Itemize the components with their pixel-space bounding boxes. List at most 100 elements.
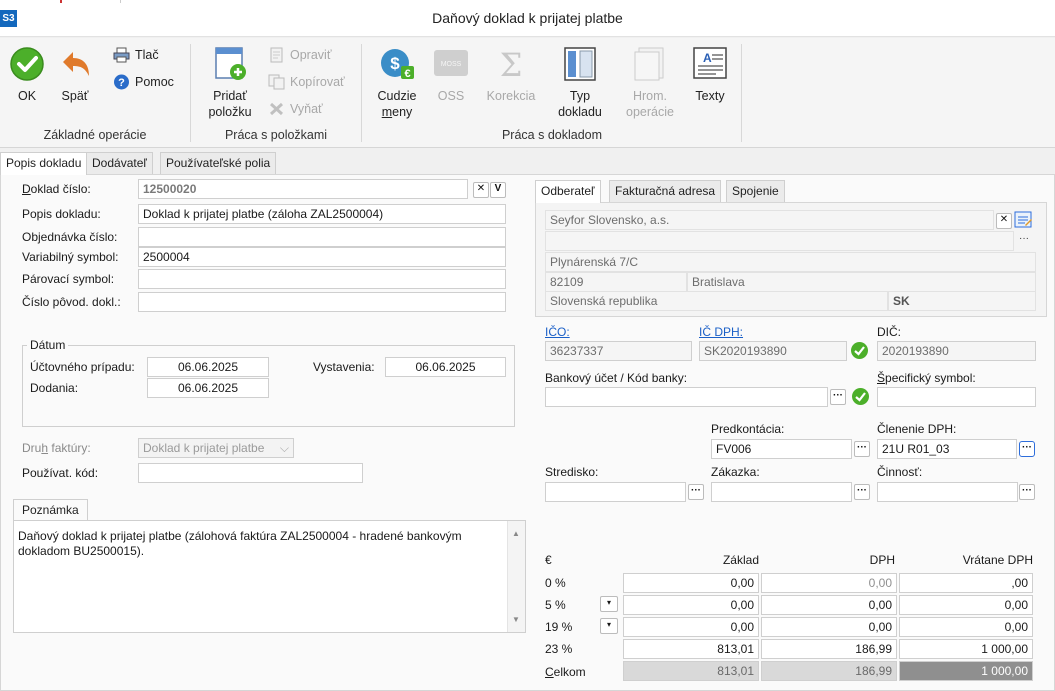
copy-button[interactable]: Kopírovať: [268, 72, 345, 92]
stredisko-lookup-button[interactable]: ···: [688, 484, 704, 500]
tab-spojenie[interactable]: Spojenie: [726, 180, 785, 202]
zip-field[interactable]: 82109: [545, 272, 687, 292]
total-vat-cell: 186,99: [761, 661, 897, 681]
rate-dropdown-button[interactable]: ▾: [600, 618, 618, 634]
correction-button[interactable]: Σ Korekcia: [482, 46, 540, 104]
icdph-link[interactable]: IČ DPH:: [699, 325, 743, 339]
order-field[interactable]: [138, 227, 506, 247]
predkontacia-field[interactable]: FV006: [711, 439, 852, 459]
description-field[interactable]: Doklad k prijatej platbe (záloha ZAL2500…: [138, 204, 506, 224]
sigma-icon: Σ: [500, 46, 523, 82]
print-button[interactable]: Tlač: [113, 45, 159, 65]
vat-cell[interactable]: 0,00: [761, 595, 897, 615]
correction-label: Korekcia: [486, 89, 536, 103]
country-code-field[interactable]: SK: [888, 291, 1036, 311]
cinnost-lookup-button[interactable]: ···: [1019, 484, 1035, 500]
cut-button[interactable]: Vyňať: [268, 99, 323, 119]
note-text: Daňový doklad k prijatej platbe (zálohov…: [18, 529, 462, 558]
cut-label: Vyňať: [290, 102, 323, 116]
dic-field[interactable]: 2020193890: [877, 341, 1036, 361]
vat-rate-label: 19 %: [545, 620, 573, 634]
back-button[interactable]: Späť: [55, 46, 95, 104]
foreign-currency-button[interactable]: $ € Cudzie meny: [370, 46, 424, 120]
customer-name2-field[interactable]: [545, 231, 1014, 251]
texts-button[interactable]: A Texty: [688, 46, 732, 104]
issue-date-field[interactable]: 06.06.2025: [385, 357, 506, 377]
bank-account-field[interactable]: [545, 387, 828, 407]
pairing-symbol-field[interactable]: [138, 269, 506, 289]
city-field[interactable]: Bratislava: [687, 272, 1036, 292]
document-type-button[interactable]: Typ dokladu: [552, 46, 608, 120]
cinnost-field[interactable]: [877, 482, 1018, 502]
tab-dodavatel[interactable]: Dodávateľ: [86, 152, 153, 174]
vat-breakdown-lookup-button[interactable]: ···: [1019, 441, 1035, 457]
oss-button[interactable]: MOSS OSS: [430, 46, 472, 104]
edit-button[interactable]: Opraviť: [268, 45, 332, 65]
vat-cell[interactable]: 0,00: [761, 617, 897, 637]
total-cell[interactable]: 1 000,00: [899, 639, 1033, 659]
ico-link[interactable]: IČO:: [545, 325, 570, 339]
tab-fakturacna-adresa[interactable]: Fakturačná adresa: [609, 180, 722, 202]
chevron-down-icon: ⌵: [279, 441, 289, 455]
base-cell[interactable]: 0,00: [623, 573, 759, 593]
bank-lookup-button[interactable]: ···: [830, 389, 846, 405]
accounting-date-field[interactable]: 06.06.2025: [147, 357, 269, 377]
svg-text:€: €: [404, 68, 410, 80]
specific-symbol-label: Špecifický symbol:: [877, 371, 976, 385]
tab-odberatel[interactable]: Odberateľ: [535, 180, 601, 203]
doc-number-field[interactable]: 12500020: [138, 179, 468, 199]
rate-dropdown-button[interactable]: ▾: [600, 596, 618, 612]
group-items-label: Práca s položkami: [224, 128, 328, 142]
tab-poznamka[interactable]: Poznámka: [13, 499, 88, 520]
icdph-field[interactable]: SK2020193890: [699, 341, 847, 361]
specific-symbol-field[interactable]: [877, 387, 1036, 407]
clear-button[interactable]: ✕: [473, 182, 489, 198]
bank-account-label: Bankový účet / Kód banky:: [545, 371, 688, 385]
original-doc-field[interactable]: [138, 292, 506, 312]
validate-button[interactable]: V: [490, 182, 506, 198]
note-scrollbar[interactable]: ▲ ▼: [507, 521, 525, 632]
bulk-label-1: Hrom.: [632, 89, 668, 103]
scroll-down-icon[interactable]: ▼: [512, 615, 520, 624]
invoice-type-select[interactable]: Doklad k prijatej platbe ⌵: [138, 438, 294, 458]
stredisko-field[interactable]: [545, 482, 686, 502]
vat-cell[interactable]: 0,00: [761, 573, 897, 593]
verified-check-icon[interactable]: [850, 341, 869, 360]
tab-pouzivatelske-polia[interactable]: Používateľské polia: [160, 152, 277, 174]
more-options-icon[interactable]: ···: [1019, 233, 1029, 244]
address-book-icon[interactable]: [1014, 210, 1033, 229]
zakazka-lookup-button[interactable]: ···: [854, 484, 870, 500]
bulk-operations-button[interactable]: Hrom. operácie: [620, 46, 680, 120]
help-icon: ?: [114, 74, 129, 90]
bank-verified-icon[interactable]: [851, 387, 870, 406]
delivery-date-field[interactable]: 06.06.2025: [147, 378, 269, 398]
group-document-label: Práca s dokladom: [501, 128, 603, 142]
grand-total-cell: 1 000,00: [899, 661, 1033, 681]
scroll-up-icon[interactable]: ▲: [512, 529, 520, 538]
add-item-button[interactable]: Pridať položku: [200, 46, 260, 120]
help-button[interactable]: ? Pomoc: [113, 72, 174, 92]
variable-symbol-label: Variabilný symbol:: [22, 250, 119, 264]
vat-cell[interactable]: 186,99: [761, 639, 897, 659]
user-code-field[interactable]: [138, 463, 363, 483]
country-field[interactable]: Slovenská republika: [545, 291, 888, 311]
customer-name-field[interactable]: Seyfor Slovensko, a.s.: [545, 210, 994, 230]
base-cell[interactable]: 0,00: [623, 617, 759, 637]
note-area[interactable]: Daňový doklad k prijatej platbe (zálohov…: [13, 520, 526, 633]
zakazka-field[interactable]: [711, 482, 852, 502]
base-cell[interactable]: 0,00: [623, 595, 759, 615]
vat-breakdown-field[interactable]: 21U R01_03: [877, 439, 1017, 459]
base-cell[interactable]: 813,01: [623, 639, 759, 659]
total-cell[interactable]: 0,00: [899, 595, 1033, 615]
variable-symbol-field[interactable]: 2500004: [138, 247, 506, 267]
clear-customer-button[interactable]: ✕: [996, 213, 1012, 229]
total-cell[interactable]: 0,00: [899, 617, 1033, 637]
tab-popis-dokladu[interactable]: Popis dokladu: [0, 152, 88, 175]
add-document-icon: [215, 47, 246, 80]
document-type-label-1: Typ: [569, 89, 591, 103]
predkontacia-lookup-button[interactable]: ···: [854, 441, 870, 457]
street-field[interactable]: Plynárenská 7/C: [545, 252, 1036, 272]
ico-field[interactable]: 36237337: [545, 341, 692, 361]
ok-button[interactable]: OK: [6, 46, 48, 104]
total-cell[interactable]: ,00: [899, 573, 1033, 593]
